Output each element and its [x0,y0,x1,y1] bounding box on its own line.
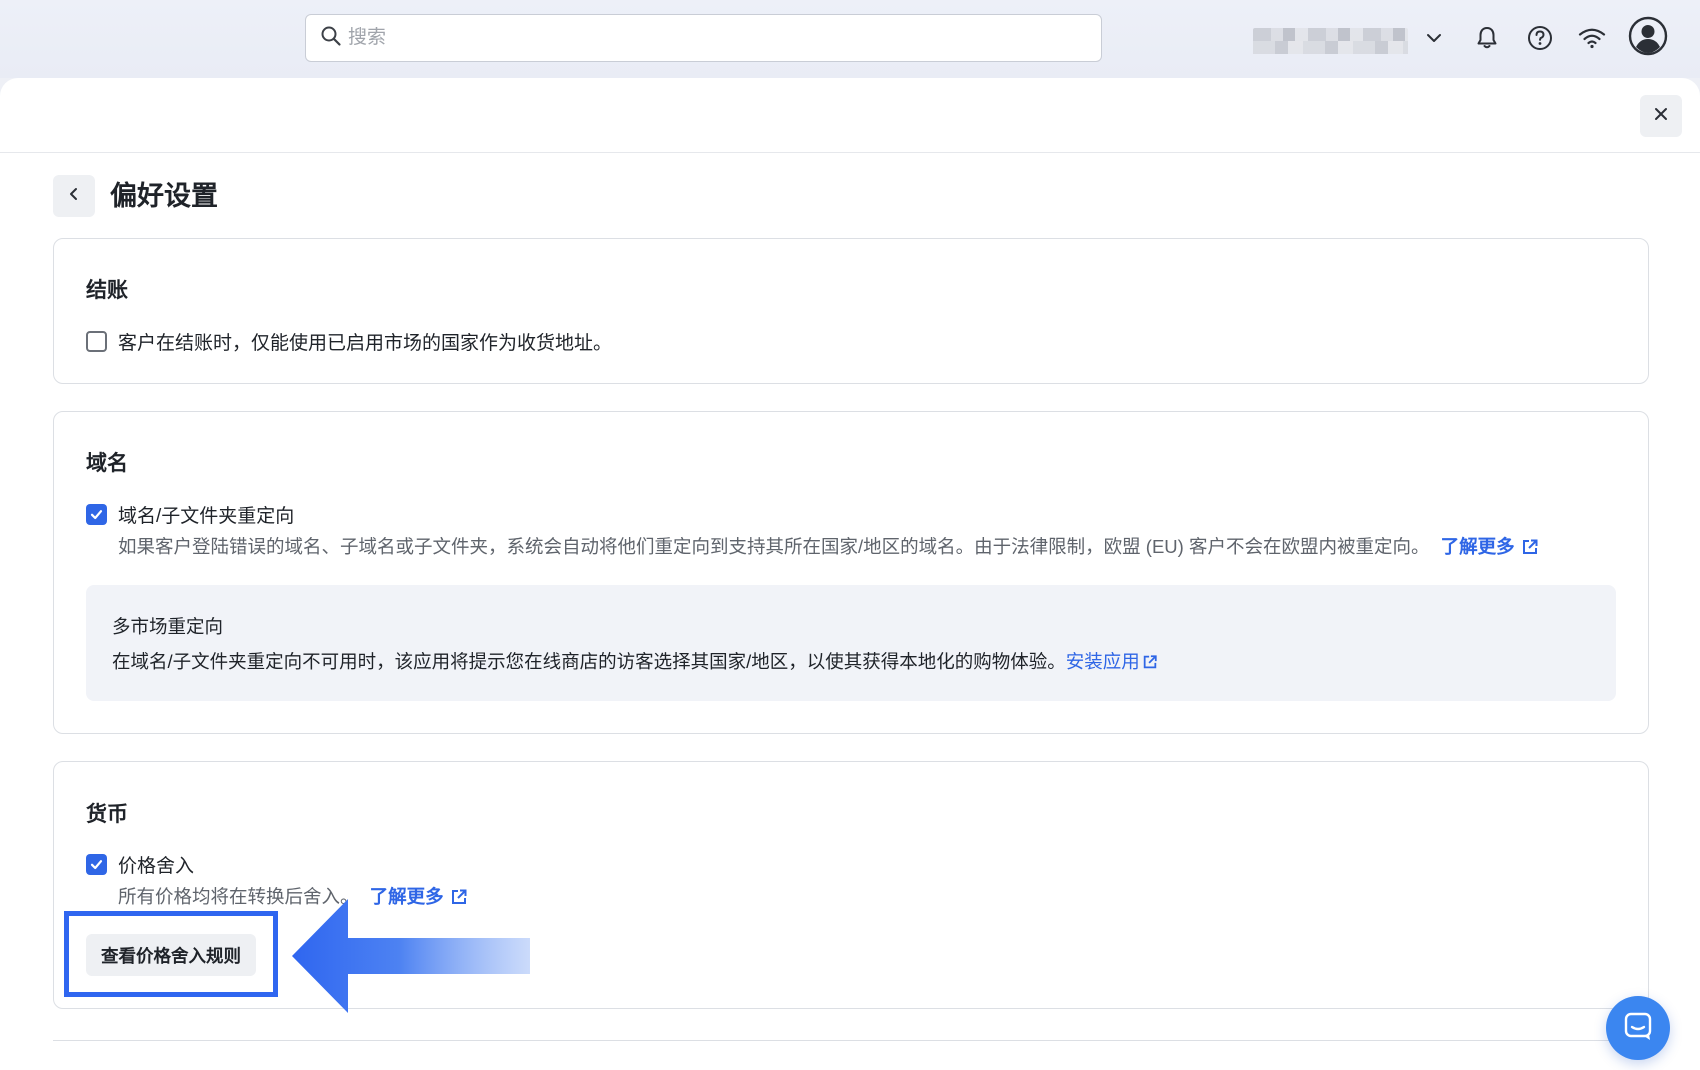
close-button[interactable] [1640,95,1682,137]
checkout-option[interactable]: 客户在结账时，仅能使用已启用市场的国家作为收货地址。 [86,328,612,355]
back-button[interactable] [53,175,95,217]
domain-redirect-option[interactable]: 域名/子文件夹重定向 [86,501,294,528]
search-icon [320,25,342,52]
domain-learn-more-text: 了解更多 [1440,536,1515,557]
top-bar [0,0,1700,78]
check-icon [90,510,103,520]
install-app-link[interactable]: 安装应用 [1066,651,1158,672]
domain-learn-more-link[interactable]: 了解更多 [1441,536,1539,557]
multi-market-title: 多市场重定向 [112,616,224,637]
checkout-checkbox[interactable] [86,331,107,352]
external-link-icon [1143,655,1157,669]
checkout-card: 结账 客户在结账时，仅能使用已启用市场的国家作为收货地址。 [53,238,1649,384]
multi-market-description: 在域名/子文件夹重定向不可用时，该应用将提示您在线商店的访客选择其国家/地区，以… [112,648,1158,674]
domain-title: 域名 [86,452,128,475]
check-icon [90,860,103,870]
bottom-divider [53,1040,1649,1041]
bell-icon[interactable] [1469,20,1505,56]
user-avatar-icon[interactable] [1627,15,1669,57]
highlight-annotation-box [64,911,278,997]
domain-card: 域名 域名/子文件夹重定向 如果客户登陆错误的域名、子域名或子文件夹，系统会自动… [53,411,1649,734]
header-divider [0,152,1700,153]
search-input[interactable] [348,15,1101,61]
checkout-title: 结账 [86,279,128,302]
price-rounding-checkbox[interactable] [86,854,107,875]
chevron-down-icon[interactable] [1416,20,1452,56]
currency-title: 货币 [86,803,128,826]
chat-icon [1622,1010,1654,1047]
search-box[interactable] [305,14,1102,62]
wifi-icon[interactable] [1574,20,1610,56]
domain-redirect-label: 域名/子文件夹重定向 [118,506,295,527]
back-chevron-icon [66,186,82,207]
store-name-redacted[interactable] [1253,28,1408,54]
domain-redirect-checkbox[interactable] [86,504,107,525]
chat-button[interactable] [1606,996,1670,1060]
arrow-left-icon [292,899,530,1013]
checkout-option-label: 客户在结账时，仅能使用已启用市场的国家作为收货地址。 [118,333,613,354]
price-rounding-option[interactable]: 价格舍入 [86,851,194,878]
price-rounding-label: 价格舍入 [118,856,195,877]
domain-redirect-description: 如果客户登陆错误的域名、子域名或子文件夹，系统会自动将他们重定向到支持其所在国家… [118,533,1539,559]
close-icon [1653,106,1669,127]
domain-description-text: 如果客户登陆错误的域名、子域名或子文件夹，系统会自动将他们重定向到支持其所在国家… [118,536,1430,557]
multi-market-description-text: 在域名/子文件夹重定向不可用时，该应用将提示您在线商店的访客选择其国家/地区，以… [112,651,1066,672]
help-icon[interactable] [1522,20,1558,56]
external-link-icon [1522,539,1538,554]
install-app-text: 安装应用 [1065,651,1140,672]
page-title: 偏好设置 [110,181,218,211]
multi-market-box: 多市场重定向 在域名/子文件夹重定向不可用时，该应用将提示您在线商店的访客选择其… [86,585,1616,701]
